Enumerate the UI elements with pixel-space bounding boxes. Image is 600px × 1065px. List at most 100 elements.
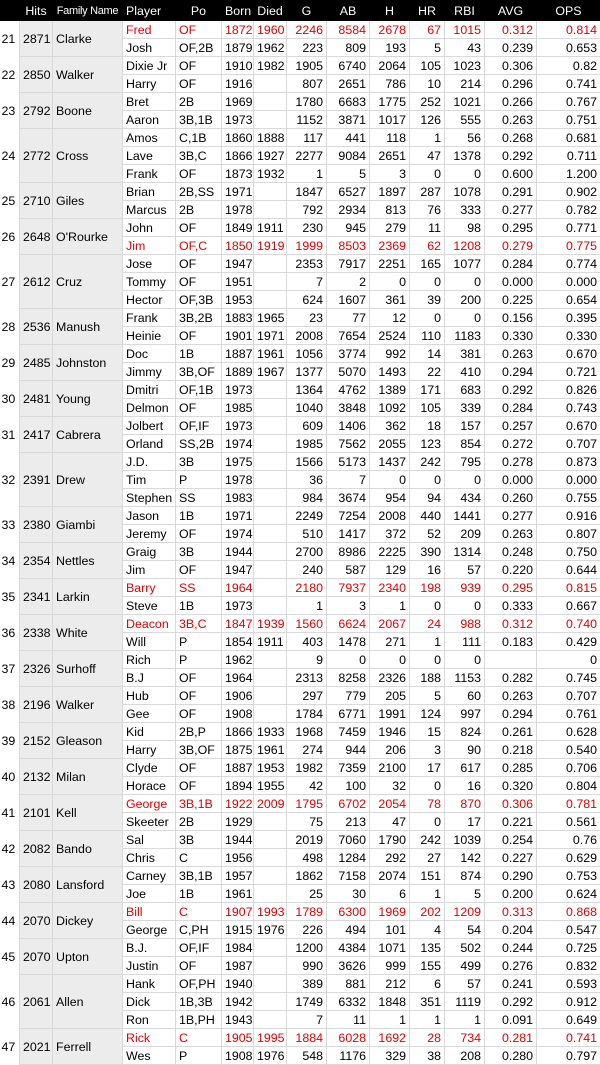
cell-player-name[interactable]: Horace xyxy=(123,777,176,795)
cell-avg: 0.091 xyxy=(485,1011,537,1029)
cell-hits: 3 xyxy=(370,165,410,183)
cell-position: 3B,C xyxy=(176,147,222,165)
cell-player-name[interactable]: Dixie Jr xyxy=(123,57,176,75)
header-at-bats[interactable]: AB xyxy=(327,1,370,21)
header-position[interactable]: Po xyxy=(176,1,222,21)
cell-player-name[interactable]: Skeeter xyxy=(123,813,176,831)
cell-player-name[interactable]: Rick xyxy=(123,1029,176,1047)
cell-hits: 0 xyxy=(370,471,410,489)
header-ops[interactable]: OPS xyxy=(537,1,600,21)
cell-player-name[interactable]: Brian xyxy=(123,183,176,201)
cell-player-name[interactable]: Deacon xyxy=(123,615,176,633)
cell-player-name[interactable]: Ron xyxy=(123,1011,176,1029)
cell-player-name[interactable]: Carney xyxy=(123,867,176,885)
table-row: 362338WhiteDeacon3B,C1847193915606624206… xyxy=(1,615,600,633)
cell-player-name[interactable]: Delmon xyxy=(123,399,176,417)
family-hits: 2417 xyxy=(20,417,53,453)
cell-player-name[interactable]: B.J. xyxy=(123,939,176,957)
cell-hits: 2100 xyxy=(370,759,410,777)
header-home-runs[interactable]: HR xyxy=(410,1,445,21)
cell-avg: 0.291 xyxy=(485,183,537,201)
cell-player-name[interactable]: Will xyxy=(123,633,176,651)
cell-player-name[interactable]: Jolbert xyxy=(123,417,176,435)
cell-player-name[interactable]: Harry xyxy=(123,75,176,93)
cell-ops: 0.868 xyxy=(537,903,600,921)
cell-player-name[interactable]: Tim xyxy=(123,471,176,489)
cell-player-name[interactable]: George xyxy=(123,795,176,813)
cell-player-name[interactable]: B.J xyxy=(123,669,176,687)
cell-player-name[interactable]: Jim xyxy=(123,237,176,255)
cell-player-name[interactable]: Hank xyxy=(123,975,176,993)
cell-player-name[interactable]: George xyxy=(123,921,176,939)
cell-player-name[interactable]: Josh xyxy=(123,39,176,57)
header-died[interactable]: Died xyxy=(254,1,287,21)
cell-player-name[interactable]: Jose xyxy=(123,255,176,273)
cell-player-name[interactable]: Fred xyxy=(123,21,176,39)
cell-player-name[interactable]: Joe xyxy=(123,885,176,903)
cell-hits: 999 xyxy=(370,957,410,975)
cell-at-bats: 1417 xyxy=(327,525,370,543)
cell-avg: 0.156 xyxy=(485,309,537,327)
cell-player-name[interactable]: Clyde xyxy=(123,759,176,777)
cell-born: 1964 xyxy=(222,579,254,597)
cell-born: 1849 xyxy=(222,219,254,237)
cell-player-name[interactable]: Stephen xyxy=(123,489,176,507)
cell-player-name[interactable]: Hector xyxy=(123,291,176,309)
cell-home-runs: 6 xyxy=(410,975,445,993)
header-born[interactable]: Born xyxy=(222,1,254,21)
cell-player-name[interactable]: Heinie xyxy=(123,327,176,345)
cell-player-name[interactable]: Bret xyxy=(123,93,176,111)
family-hits: 2380 xyxy=(20,507,53,543)
cell-games: 389 xyxy=(287,975,327,993)
cell-player-name[interactable]: Gee xyxy=(123,705,176,723)
cell-player-name[interactable]: Hub xyxy=(123,687,176,705)
header-family-name[interactable]: Family Name xyxy=(53,1,123,21)
header-rbi[interactable]: RBI xyxy=(445,1,485,21)
header-player[interactable]: Player xyxy=(123,1,176,21)
header-rank[interactable] xyxy=(1,1,20,21)
cell-rbi: 1378 xyxy=(445,147,485,165)
cell-player-name[interactable]: Jeremy xyxy=(123,525,176,543)
cell-player-name[interactable]: Jason xyxy=(123,507,176,525)
cell-player-name[interactable]: Aaron xyxy=(123,111,176,129)
family-name: Lansford xyxy=(53,867,123,903)
cell-player-name[interactable]: Orland xyxy=(123,435,176,453)
cell-player-name[interactable]: Dmitri xyxy=(123,381,176,399)
cell-position: OF xyxy=(176,561,222,579)
cell-home-runs: 15 xyxy=(410,723,445,741)
cell-player-name[interactable]: Sal xyxy=(123,831,176,849)
cell-player-name[interactable]: Justin xyxy=(123,957,176,975)
cell-player-name[interactable]: Graig xyxy=(123,543,176,561)
cell-player-name[interactable]: Jimmy xyxy=(123,363,176,381)
cell-born: 1975 xyxy=(222,453,254,471)
cell-player-name[interactable]: Lave xyxy=(123,147,176,165)
cell-player-name[interactable]: Frank xyxy=(123,165,176,183)
family-rank: 21 xyxy=(1,21,20,57)
cell-player-name[interactable]: Chris xyxy=(123,849,176,867)
cell-player-name[interactable]: Wes xyxy=(123,1047,176,1065)
cell-player-name[interactable]: Dick xyxy=(123,993,176,1011)
cell-player-name[interactable]: Jim xyxy=(123,561,176,579)
header-games[interactable]: G xyxy=(287,1,327,21)
cell-player-name[interactable]: John xyxy=(123,219,176,237)
cell-player-name[interactable]: J.D. xyxy=(123,453,176,471)
cell-player-name[interactable]: Harry xyxy=(123,741,176,759)
cell-player-name[interactable]: Tommy xyxy=(123,273,176,291)
family-hits: 2021 xyxy=(20,1029,53,1065)
cell-player-name[interactable]: Marcus xyxy=(123,201,176,219)
cell-died: 1939 xyxy=(254,615,287,633)
cell-position: C xyxy=(176,903,222,921)
cell-player-name[interactable]: Amos xyxy=(123,129,176,147)
cell-player-name[interactable]: Doc xyxy=(123,345,176,363)
cell-player-name[interactable]: Steve xyxy=(123,597,176,615)
cell-player-name[interactable]: Barry xyxy=(123,579,176,597)
header-hits[interactable]: Hits xyxy=(20,1,53,21)
header-avg[interactable]: AVG xyxy=(485,1,537,21)
cell-at-bats: 1406 xyxy=(327,417,370,435)
cell-player-name[interactable]: Rich xyxy=(123,651,176,669)
cell-home-runs: 155 xyxy=(410,957,445,975)
header-hits-count[interactable]: H xyxy=(370,1,410,21)
cell-player-name[interactable]: Frank xyxy=(123,309,176,327)
cell-player-name[interactable]: Kid xyxy=(123,723,176,741)
cell-player-name[interactable]: Bill xyxy=(123,903,176,921)
